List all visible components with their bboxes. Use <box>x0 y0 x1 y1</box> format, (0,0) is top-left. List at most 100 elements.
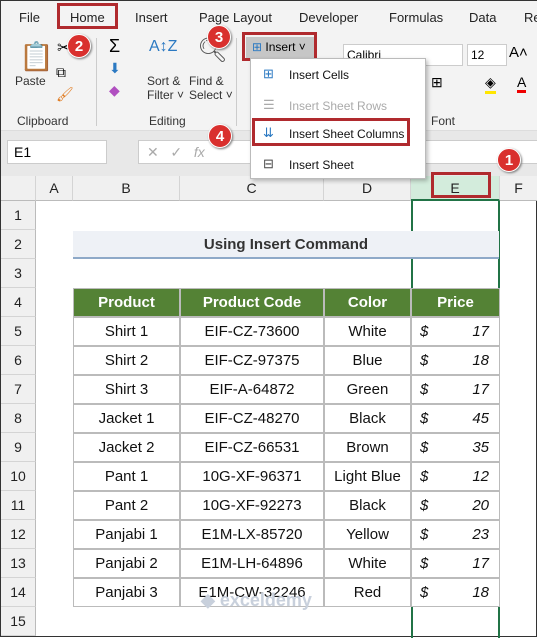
price-cell[interactable]: $17 <box>411 317 500 346</box>
price-cell[interactable]: $20 <box>411 491 500 520</box>
row-header-3[interactable]: 3 <box>1 259 36 288</box>
table-cell[interactable]: Light Blue <box>324 462 411 491</box>
table-cell[interactable]: Shirt 1 <box>73 317 180 346</box>
table-cell[interactable]: Green <box>324 375 411 404</box>
clear-icon[interactable]: ◆ <box>109 82 120 99</box>
clipboard-group-label: Clipboard <box>17 114 69 128</box>
table-cell[interactable]: E1M-LX-85720 <box>180 520 324 549</box>
table-cell[interactable]: EIF-CZ-97375 <box>180 346 324 375</box>
table-cell[interactable]: Black <box>324 404 411 433</box>
row-header-6[interactable]: 6 <box>1 346 36 375</box>
font-color-icon[interactable]: A <box>517 74 527 93</box>
copy-icon[interactable]: ⧉ <box>56 64 66 81</box>
price-cell[interactable]: $17 <box>411 549 500 578</box>
price-cell[interactable]: $12 <box>411 462 500 491</box>
currency-symbol: $ <box>420 352 429 369</box>
price-cell[interactable]: $23 <box>411 520 500 549</box>
insert-rows-icon: ☰ <box>263 97 275 112</box>
table-cell[interactable]: Black <box>324 491 411 520</box>
table-cell[interactable]: EIF-CZ-48270 <box>180 404 324 433</box>
tab-formulas[interactable]: Formulas <box>389 10 443 25</box>
row-header-10[interactable]: 10 <box>1 462 36 491</box>
table-cell[interactable]: White <box>324 549 411 578</box>
table-header[interactable]: Price <box>411 288 500 317</box>
col-header-a[interactable]: A <box>36 176 73 201</box>
tab-page-layout[interactable]: Page Layout <box>199 10 272 25</box>
currency-symbol: $ <box>420 468 429 485</box>
row-header-11[interactable]: 11 <box>1 491 36 520</box>
font-group-label: Font <box>431 114 456 128</box>
fill-color-icon[interactable]: ◈ <box>485 74 496 94</box>
select-all[interactable] <box>1 176 36 201</box>
table-cell[interactable]: E1M-LH-64896 <box>180 549 324 578</box>
tab-developer[interactable]: Developer <box>299 10 358 25</box>
table-cell[interactable]: EIF-A-64872 <box>180 375 324 404</box>
table-cell[interactable]: Shirt 3 <box>73 375 180 404</box>
tab-data[interactable]: Data <box>469 10 496 25</box>
table-cell[interactable]: Panjabi 2 <box>73 549 180 578</box>
row-header-15[interactable]: 15 <box>1 607 36 636</box>
table-header[interactable]: Color <box>324 288 411 317</box>
step-badge-3: 3 <box>207 25 231 49</box>
table-cell[interactable]: EIF-CZ-66531 <box>180 433 324 462</box>
insert-cells-icon: ⊞ <box>263 66 274 81</box>
price-cell[interactable]: $17 <box>411 375 500 404</box>
tab-review[interactable]: Re <box>524 10 537 25</box>
table-cell[interactable]: Pant 2 <box>73 491 180 520</box>
table-cell[interactable]: 10G-XF-96371 <box>180 462 324 491</box>
price-cell[interactable]: $18 <box>411 346 500 375</box>
autosum-icon[interactable]: Σ <box>109 36 120 57</box>
table-cell[interactable]: White <box>324 317 411 346</box>
sort-filter-button[interactable]: Sort & Filter ˅ <box>147 74 184 102</box>
increase-font-icon[interactable]: A˄ <box>509 44 528 61</box>
table-cell[interactable]: Red <box>324 578 411 607</box>
col-header-b[interactable]: B <box>73 176 180 201</box>
table-cell[interactable]: Shirt 2 <box>73 346 180 375</box>
table-cell[interactable]: EIF-CZ-73600 <box>180 317 324 346</box>
row-header-12[interactable]: 12 <box>1 520 36 549</box>
price-cell[interactable]: $18 <box>411 578 500 607</box>
menu-insert-cells[interactable]: Insert Cells <box>289 68 349 82</box>
col-header-f[interactable]: F <box>500 176 537 201</box>
format-painter-icon[interactable]: 🖌 <box>56 86 74 103</box>
row-header-5[interactable]: 5 <box>1 317 36 346</box>
col-header-d[interactable]: D <box>324 176 411 201</box>
row-header-14[interactable]: 14 <box>1 578 36 607</box>
paste-button[interactable]: Paste <box>15 74 46 88</box>
row-header-8[interactable]: 8 <box>1 404 36 433</box>
column-e-highlight <box>431 172 491 198</box>
row-header-13[interactable]: 13 <box>1 549 36 578</box>
name-box[interactable]: E1 <box>7 140 107 164</box>
fill-icon[interactable]: ⬇ <box>109 60 121 77</box>
paste-icon[interactable]: 📋 <box>19 40 54 73</box>
row-header-9[interactable]: 9 <box>1 433 36 462</box>
table-cell[interactable]: Jacket 1 <box>73 404 180 433</box>
menu-insert-sheet[interactable]: Insert Sheet <box>289 158 354 172</box>
row-header-4[interactable]: 4 <box>1 288 36 317</box>
price-cell[interactable]: $45 <box>411 404 500 433</box>
table-cell[interactable]: 10G-XF-92273 <box>180 491 324 520</box>
table-cell[interactable]: Blue <box>324 346 411 375</box>
borders-icon[interactable]: ⊞ <box>431 74 443 91</box>
price-cell[interactable]: $35 <box>411 433 500 462</box>
price-value: 20 <box>472 497 489 514</box>
table-header[interactable]: Product <box>73 288 180 317</box>
table-header[interactable]: Product Code <box>180 288 324 317</box>
table-cell[interactable]: Jacket 2 <box>73 433 180 462</box>
tab-file[interactable]: File <box>19 10 40 25</box>
table-cell[interactable]: Yellow <box>324 520 411 549</box>
row-header-7[interactable]: 7 <box>1 375 36 404</box>
insert-columns-highlight <box>252 118 410 146</box>
row-header-2[interactable]: 2 <box>1 230 36 259</box>
find-label: Find & <box>189 74 224 88</box>
col-header-c[interactable]: C <box>180 176 324 201</box>
table-cell[interactable]: Panjabi 1 <box>73 520 180 549</box>
font-size-select[interactable]: 12 <box>467 44 507 66</box>
table-cell[interactable]: Panjabi 3 <box>73 578 180 607</box>
price-value: 17 <box>472 555 489 572</box>
find-select-button[interactable]: Find & Select ˅ <box>189 74 233 102</box>
row-header-1[interactable]: 1 <box>1 201 36 230</box>
table-cell[interactable]: Brown <box>324 433 411 462</box>
table-cell[interactable]: Pant 1 <box>73 462 180 491</box>
tab-insert[interactable]: Insert <box>135 10 168 25</box>
